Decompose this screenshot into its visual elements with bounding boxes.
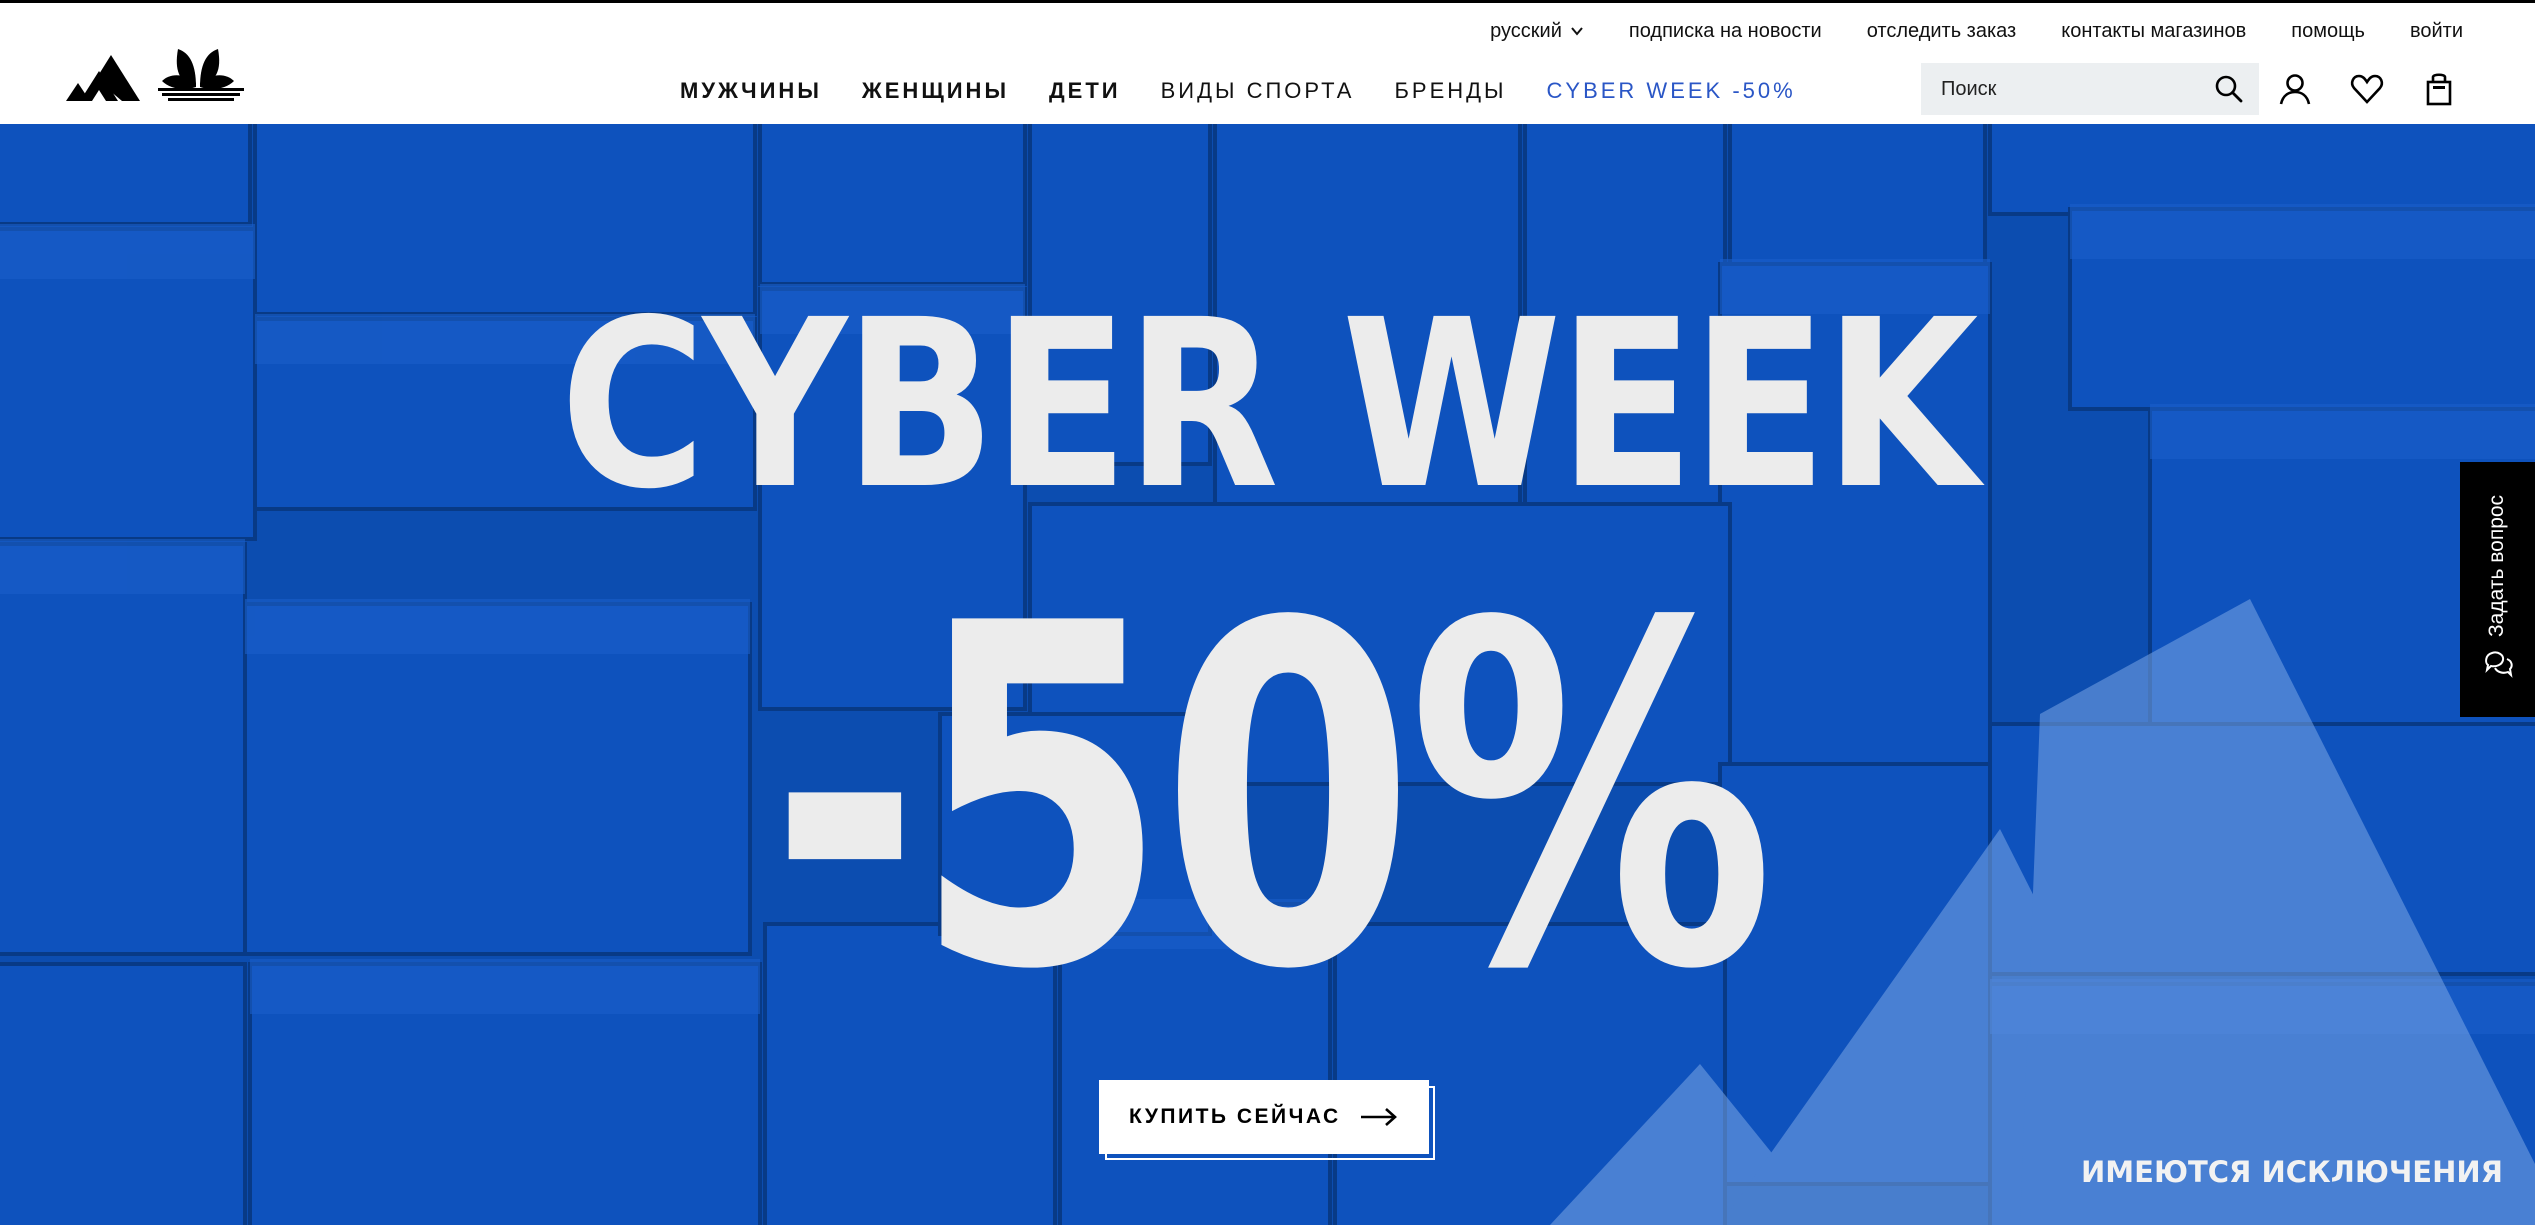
account-icon[interactable] (2277, 71, 2313, 107)
nav-item-cyber-week[interactable]: CYBER WEEK -50% (1547, 78, 1796, 104)
search-input[interactable] (1939, 76, 2213, 102)
language-selector[interactable]: русский (1490, 20, 1584, 43)
store-contacts-link[interactable]: контакты магазинов (2061, 20, 2246, 43)
hero-title: CYBER WEEK (559, 270, 1979, 540)
main-nav: МУЖЧИНЫ ЖЕНЩИНЫ ДЕТИ ВИДЫ СПОРТА БРЕНДЫ … (680, 71, 1836, 111)
newsletter-link[interactable]: подписка на новости (1629, 20, 1822, 43)
nav-item-sports[interactable]: ВИДЫ СПОРТА (1161, 78, 1355, 104)
adidas-logo[interactable] (66, 43, 246, 103)
shopping-bag-icon[interactable] (2421, 71, 2457, 107)
ask-question-label: Задать вопрос (2485, 494, 2508, 637)
chevron-down-icon (1571, 27, 1583, 36)
search-icon[interactable] (2213, 73, 2245, 105)
hero-banner[interactable]: CYBER WEEK -50% КУПИТЬ СЕЙЧАС ИМЕЮТСЯ ИС… (0, 124, 2535, 1225)
nav-item-men[interactable]: МУЖЧИНЫ (680, 78, 822, 104)
utility-nav: русский подписка на новости отследить за… (1490, 15, 2463, 47)
chat-bubbles-icon (2485, 651, 2513, 678)
shop-now-button[interactable]: КУПИТЬ СЕЙЧАС (1099, 1080, 1429, 1154)
hero-discount: -50% (768, 525, 1775, 1072)
page: русский подписка на новости отследить за… (0, 0, 2535, 1225)
arrow-right-icon (1361, 1108, 1397, 1126)
wishlist-heart-icon[interactable] (2349, 71, 2385, 107)
nav-item-women[interactable]: ЖЕНЩИНЫ (862, 78, 1009, 104)
site-header: русский подписка на новости отследить за… (0, 3, 2535, 125)
language-label: русский (1490, 19, 1562, 42)
nav-item-brands[interactable]: БРЕНДЫ (1394, 78, 1506, 104)
shop-now-cta-wrapper: КУПИТЬ СЕЙЧАС (1099, 1080, 1435, 1160)
track-order-link[interactable]: отследить заказ (1867, 20, 2017, 43)
nav-item-kids[interactable]: ДЕТИ (1049, 78, 1121, 104)
shop-now-label: КУПИТЬ СЕЙЧАС (1129, 1105, 1341, 1128)
exclusions-disclaimer: ИМЕЮТСЯ ИСКЛЮЧЕНИЯ (2081, 1155, 2503, 1189)
ask-question-tab[interactable]: Задать вопрос (2460, 462, 2535, 717)
help-link[interactable]: помощь (2291, 20, 2365, 43)
login-link[interactable]: войти (2410, 20, 2463, 43)
search-bar (1921, 63, 2259, 115)
